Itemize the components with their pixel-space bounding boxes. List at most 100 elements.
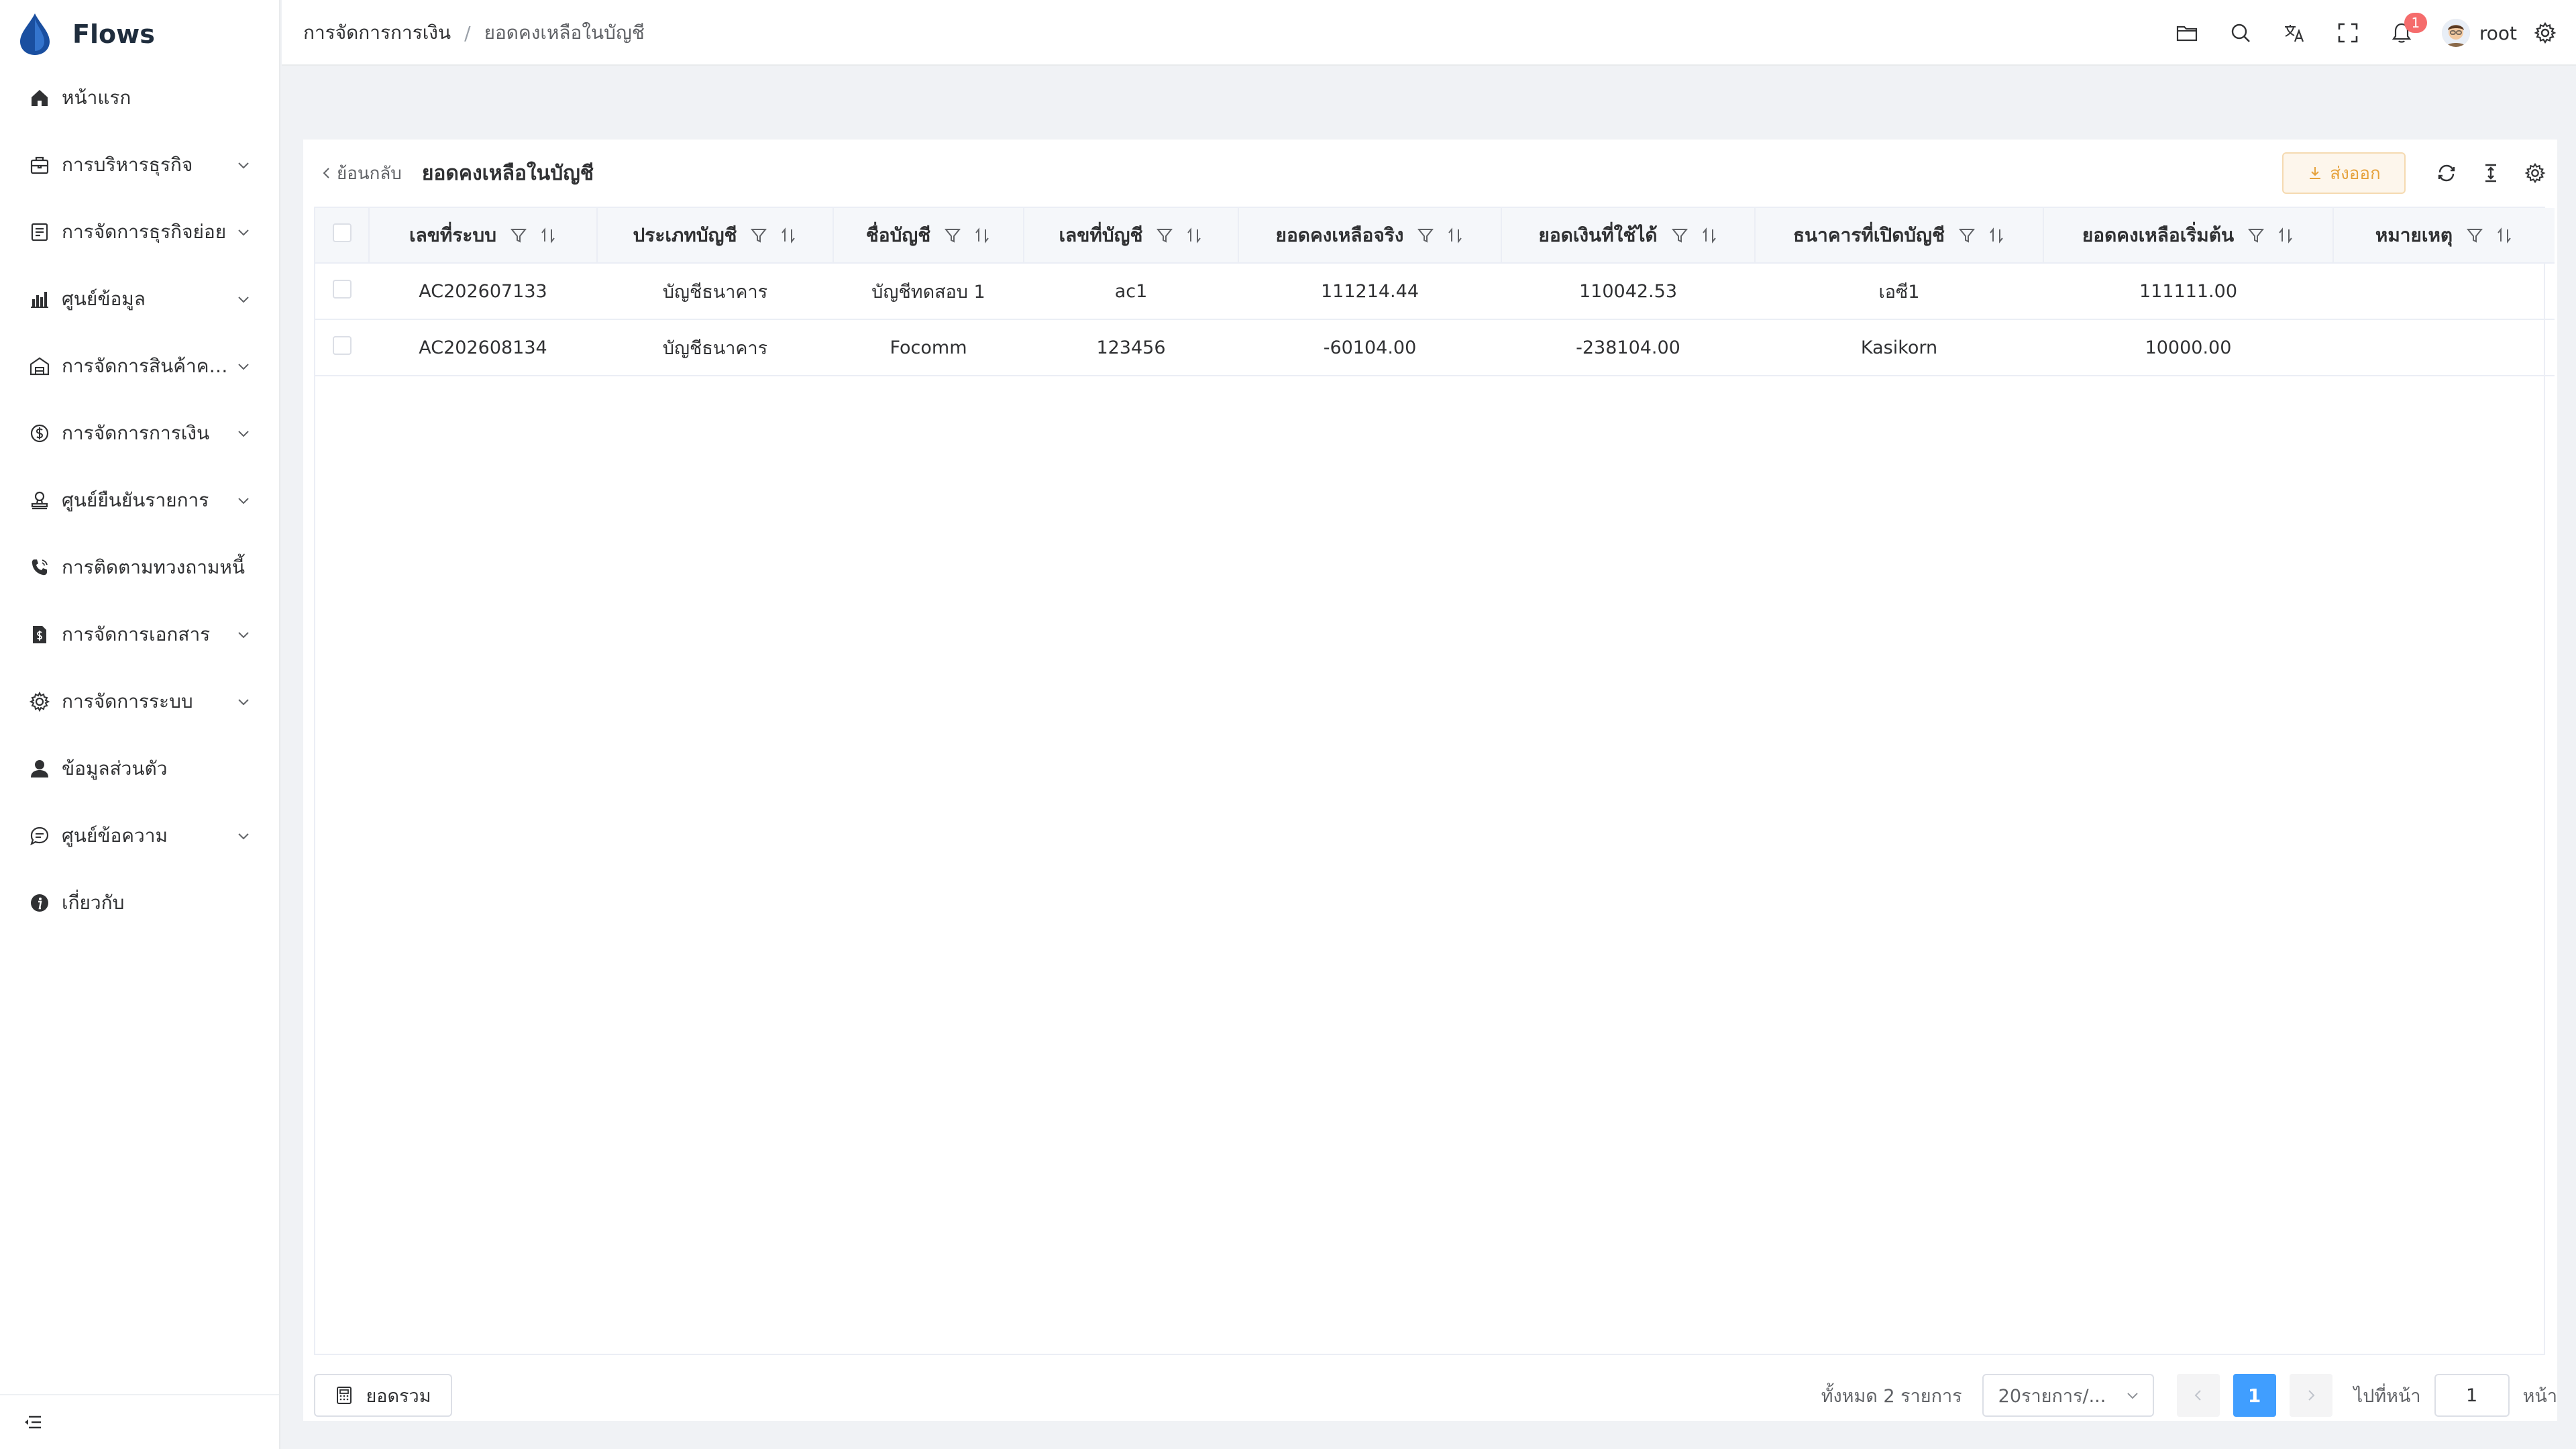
- sidebar-menu: หน้าแรก การบริหารธุรกิจ การจัดการธุรกิจย…: [0, 64, 279, 936]
- column-header-label: ยอดเงินที่ใช้ได้: [1538, 223, 1658, 246]
- sidebar-item-system[interactable]: การจัดการระบบ: [0, 668, 279, 735]
- export-button[interactable]: ส่งออก: [2282, 152, 2406, 194]
- page-size-select[interactable]: 20รายการ/...: [1982, 1374, 2154, 1417]
- table-cell: [2333, 263, 2555, 320]
- sidebar-item-business[interactable]: การบริหารธุรกิจ: [0, 131, 279, 199]
- prev-page-button[interactable]: [2176, 1374, 2220, 1417]
- chevron-right-icon: [2308, 1390, 2315, 1401]
- column-header: ยอดคงเหลือเริ่มต้น: [2043, 208, 2334, 264]
- table-cell: บัญชีธนาคาร: [597, 319, 833, 376]
- select-all-cell: [315, 208, 370, 264]
- sidebar-item-label: การจัดการธุรกิจย่อย: [62, 221, 227, 243]
- app-logo[interactable]: Flows: [17, 11, 155, 58]
- document-icon: [28, 623, 51, 646]
- back-button[interactable]: ย้อนกลับ: [319, 160, 402, 187]
- sidebar-item-finance[interactable]: การจัดการการเงิน: [0, 400, 279, 467]
- filter-icon[interactable]: [2247, 227, 2265, 244]
- filter-icon[interactable]: [750, 227, 767, 244]
- sort-icon[interactable]: [2496, 227, 2513, 244]
- goto-page-input[interactable]: 1: [2434, 1374, 2510, 1417]
- density-button[interactable]: [2469, 152, 2513, 194]
- sort-icon[interactable]: [973, 227, 991, 244]
- sidebar-item-debt-collection[interactable]: การติดตามทวงถามหนี้: [0, 534, 279, 601]
- column-header: หมายเหตุ: [2333, 208, 2555, 264]
- sort-icon[interactable]: [780, 227, 797, 244]
- chevron-down-icon: [2127, 1393, 2138, 1399]
- user-avatar-icon: [2441, 19, 2470, 47]
- sidebar-item-label: การจัดการสินค้าคง...: [62, 355, 235, 377]
- table-cell: AC202607133: [369, 263, 597, 320]
- table-footer: ยอดรวม ทั้งหมด 2 รายการ 20รายการ/... 1 ไ…: [303, 1363, 2557, 1421]
- sidebar-item-profile[interactable]: ข้อมูลส่วนตัว: [0, 735, 279, 802]
- goto-page: ไปที่หน้า 1 หน้า: [2354, 1374, 2557, 1417]
- sidebar-collapse-toggle[interactable]: [0, 1394, 279, 1449]
- table-cell: บัญชีทดสอบ 1: [833, 263, 1024, 320]
- water-drop-logo-icon: [20, 13, 50, 55]
- sort-icon[interactable]: [1988, 227, 2005, 244]
- sidebar-item-messages[interactable]: ศูนย์ข้อความ: [0, 802, 279, 869]
- search-button[interactable]: [2214, 13, 2267, 53]
- sidebar-item-data-center[interactable]: ศูนย์ข้อมูล: [0, 266, 279, 333]
- sort-icon[interactable]: [1446, 227, 1464, 244]
- sidebar-item-label: การบริหารธุรกิจ: [62, 154, 193, 176]
- summary-button[interactable]: ยอดรวม: [314, 1374, 452, 1417]
- filter-icon[interactable]: [1671, 227, 1688, 244]
- column-settings-button[interactable]: [2513, 152, 2557, 194]
- user-menu[interactable]: root: [2441, 19, 2517, 47]
- table-cell: 123456: [1024, 319, 1238, 376]
- app-name: Flows: [72, 19, 155, 49]
- chevron-left-icon: [2194, 1390, 2201, 1401]
- notification-button[interactable]: 1: [2375, 13, 2428, 53]
- table-row[interactable]: AC202608134 บัญชีธนาคาร Focomm 123456 -6…: [315, 319, 2555, 376]
- filter-icon[interactable]: [2466, 227, 2483, 244]
- sidebar-item-documents[interactable]: การจัดการเอกสาร: [0, 601, 279, 668]
- folder-button[interactable]: [2160, 13, 2214, 53]
- sidebar-item-approval[interactable]: ศูนย์ยืนยันรายการ: [0, 467, 279, 534]
- home-icon: [28, 87, 51, 109]
- fullscreen-button[interactable]: [2321, 13, 2375, 53]
- sidebar-item-about[interactable]: เกี่ยวกับ: [0, 869, 279, 936]
- table-row[interactable]: AC202607133 บัญชีธนาคาร บัญชีทดสอบ 1 ac1…: [315, 263, 2555, 320]
- next-page-button[interactable]: [2289, 1374, 2332, 1417]
- sidebar-item-label: การติดตามทวงถามหนี้: [62, 556, 246, 578]
- chevron-left-icon: [323, 168, 329, 178]
- settings-button[interactable]: [2526, 13, 2564, 53]
- translate-icon: [2284, 25, 2304, 42]
- sort-icon[interactable]: [1701, 227, 1718, 244]
- sort-icon[interactable]: [2277, 227, 2294, 244]
- card-header: ย้อนกลับ ยอดคงเหลือในบัญชี ส่งออก: [303, 140, 2557, 207]
- table-cell: 10000.00: [2043, 319, 2333, 376]
- sort-icon[interactable]: [1185, 227, 1203, 244]
- row-checkbox[interactable]: [333, 335, 352, 355]
- folder-icon: [2176, 25, 2197, 42]
- table-header-row: เลขที่ระบบ ประเภทบัญชี ชื่อบัญชี เลขที่บ…: [315, 208, 2555, 264]
- column-header: เลขที่ระบบ: [369, 208, 598, 264]
- refresh-button[interactable]: [2424, 152, 2469, 194]
- chevron-down-icon: [238, 833, 249, 840]
- sidebar-item-home[interactable]: หน้าแรก: [0, 64, 279, 131]
- row-checkbox[interactable]: [333, 279, 352, 299]
- filter-icon[interactable]: [510, 227, 527, 244]
- table-cell: Kasikorn: [1755, 319, 2043, 376]
- filter-icon[interactable]: [944, 227, 961, 244]
- column-header: ธนาคารที่เปิดบัญชี: [1755, 208, 2044, 264]
- row-select-cell: [315, 319, 369, 376]
- filter-icon[interactable]: [1417, 227, 1434, 244]
- sort-icon[interactable]: [539, 227, 557, 244]
- filter-icon[interactable]: [1156, 227, 1173, 244]
- form-icon: [28, 221, 51, 244]
- language-button[interactable]: [2267, 13, 2321, 53]
- sidebar-item-inventory[interactable]: การจัดการสินค้าคง...: [0, 333, 279, 400]
- breadcrumb: การจัดการการเงิน / ยอดคงเหลือในบัญชี: [303, 0, 645, 66]
- filter-icon[interactable]: [1958, 227, 1976, 244]
- gear-icon: [28, 690, 51, 713]
- sidebar-item-sub-business[interactable]: การจัดการธุรกิจย่อย: [0, 199, 279, 266]
- select-all-checkbox[interactable]: [332, 223, 352, 242]
- table-cell: [2333, 319, 2555, 376]
- breadcrumb-item-finance[interactable]: การจัดการการเงิน: [303, 18, 451, 48]
- pagination: ทั้งหมด 2 รายการ 20รายการ/... 1 ไปที่หน้…: [1821, 1374, 2557, 1417]
- phone-icon: [28, 556, 51, 579]
- page-number-button[interactable]: 1: [2233, 1374, 2276, 1417]
- sidebar-item-label: การจัดการระบบ: [62, 690, 193, 712]
- top-header: การจัดการการเงิน / ยอดคงเหลือในบัญชี 1 r…: [282, 0, 2576, 66]
